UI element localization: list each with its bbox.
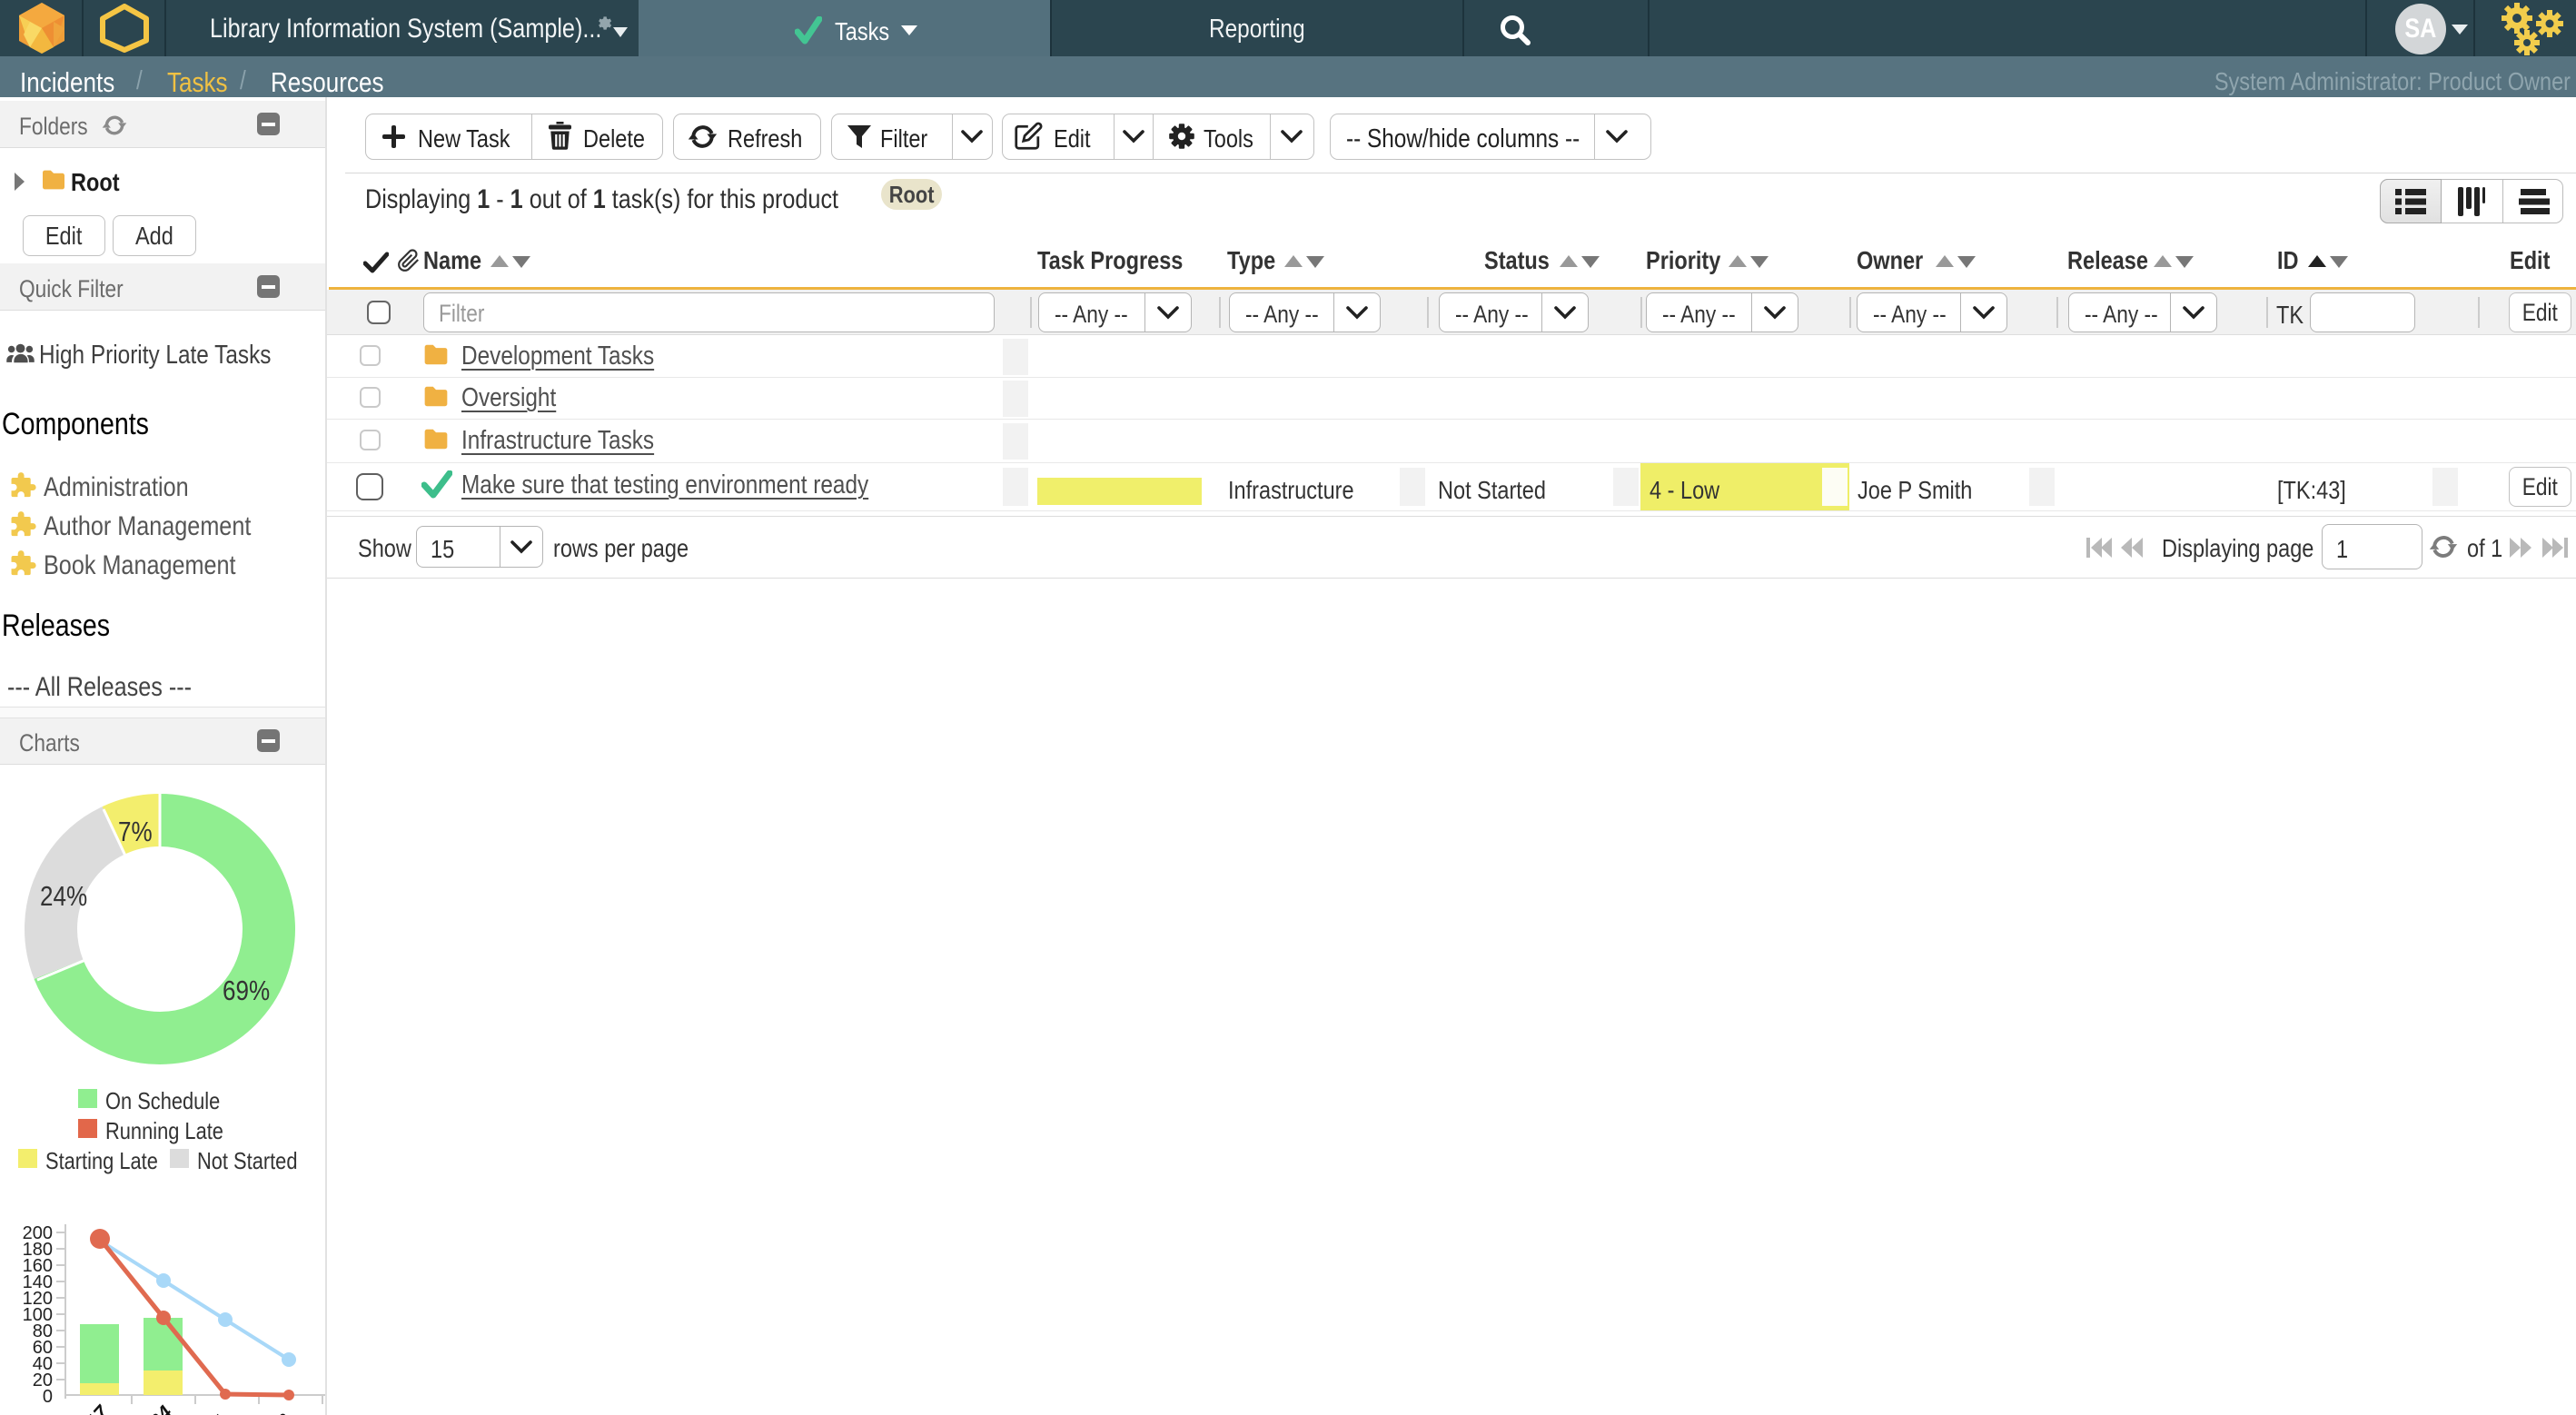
svg-text:4/17: 4/17 <box>69 1400 114 1415</box>
svg-text:4/24: 4/24 <box>133 1401 176 1415</box>
svg-text:0: 0 <box>43 1387 53 1407</box>
svg-text:5/1: 5/1 <box>197 1410 233 1415</box>
svg-text:5/8: 5/8 <box>261 1409 297 1415</box>
